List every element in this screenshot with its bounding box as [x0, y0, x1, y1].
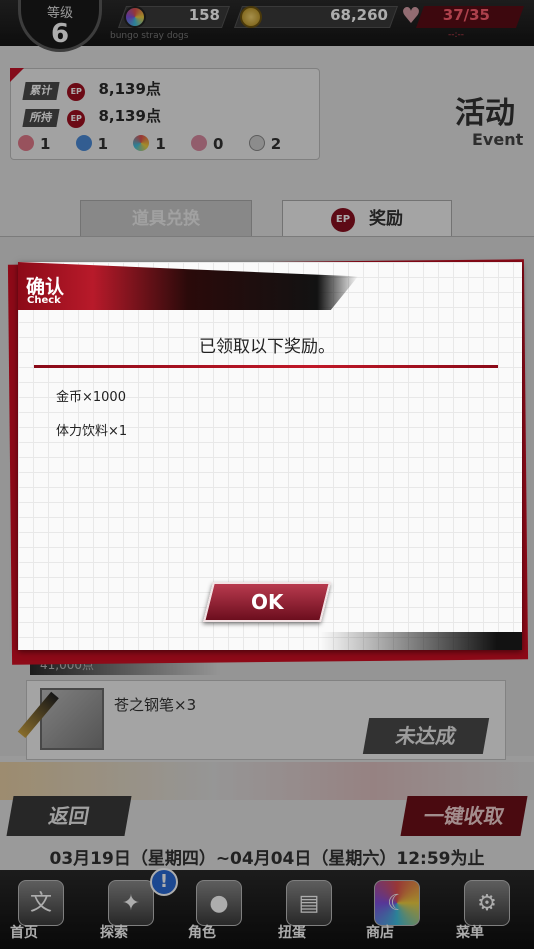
dialog-bottom-accent	[18, 632, 522, 650]
dialog-title-en: Check	[27, 295, 61, 306]
ok-button-label: OK	[250, 590, 284, 614]
dialog-divider	[34, 365, 498, 368]
reward-line-coins: 金币×1000	[56, 390, 126, 405]
reward-line-stamina-drink: 体力饮料×1	[56, 424, 128, 439]
ok-button[interactable]: OK	[203, 582, 331, 622]
dialog-message: 已领取以下奖励。	[199, 337, 335, 357]
